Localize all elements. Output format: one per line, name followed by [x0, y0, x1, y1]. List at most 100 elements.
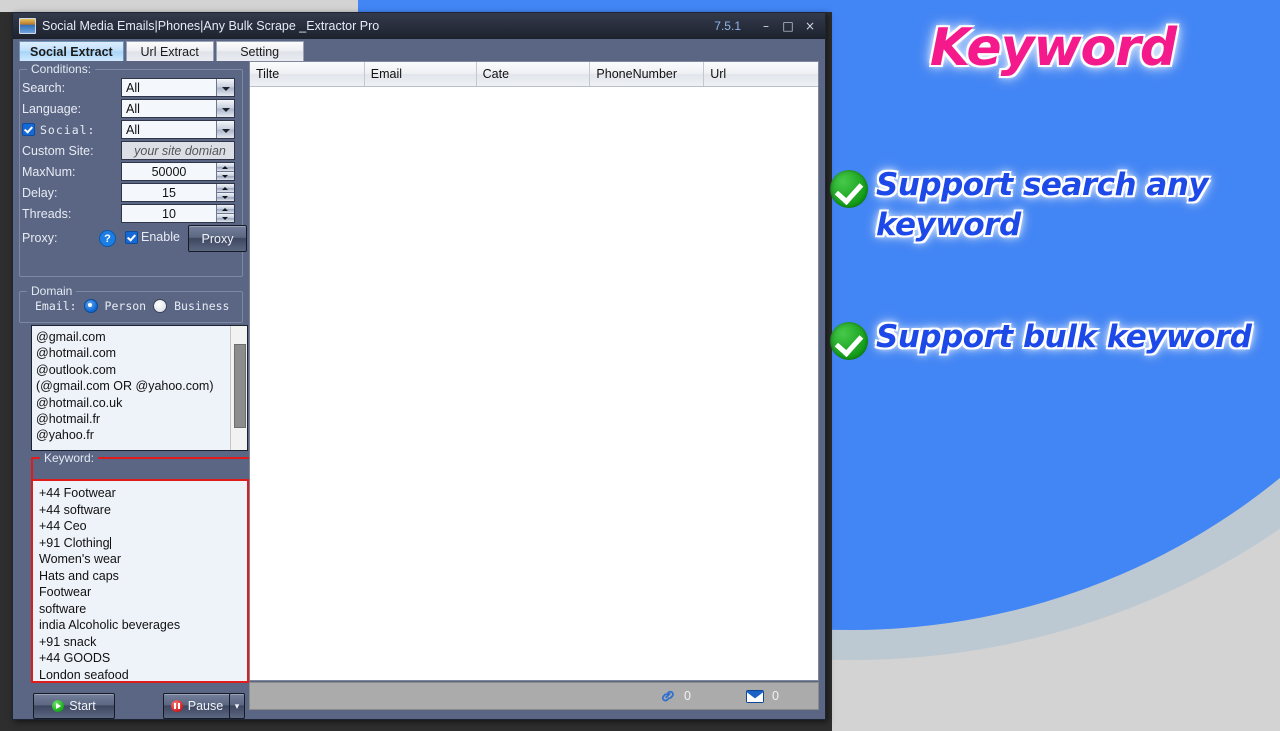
list-item[interactable]: +44 Footwear — [33, 485, 247, 502]
language-label: Language: — [22, 101, 82, 116]
list-item[interactable]: @hotmail.fr — [32, 411, 247, 427]
list-item[interactable]: india Alcoholic beverages — [33, 617, 247, 634]
green-check-icon — [830, 170, 868, 208]
column-header-cate[interactable]: Cate — [477, 62, 591, 86]
column-header-title[interactable]: Tilte — [250, 62, 365, 86]
search-select[interactable]: All — [121, 78, 235, 97]
custom-site-label: Custom Site: — [22, 143, 94, 158]
tab-strip: Social Extract Url Extract Setting — [13, 39, 825, 61]
left-options-panel: Conditions: Search: All Language: All So… — [13, 61, 253, 719]
pause-button[interactable]: Pause — [163, 693, 231, 719]
results-table[interactable]: Tilte Email Cate PhoneNumber Url — [249, 61, 819, 681]
list-item[interactable]: +44 software — [33, 502, 247, 519]
domain-listbox[interactable]: @gmail.com @hotmail.com @outlook.com (@g… — [31, 325, 248, 451]
social-select[interactable]: All — [121, 120, 235, 139]
spin-up-icon[interactable] — [217, 184, 234, 193]
list-item[interactable]: software — [33, 601, 247, 618]
list-item[interactable]: @hotmail.com — [32, 345, 247, 361]
keyword-group-title: Keyword: — [40, 451, 99, 465]
tab-setting[interactable]: Setting — [215, 41, 304, 61]
list-item[interactable]: @outlook.com — [32, 362, 247, 378]
list-item[interactable]: @gmail.com — [32, 329, 247, 345]
maxnum-label: MaxNum: — [22, 164, 76, 179]
app-monitor-icon — [19, 18, 36, 34]
proxy-row: Proxy: — [22, 228, 100, 247]
version-label: 7.5.1 — [714, 19, 741, 33]
domain-list-scrollbar[interactable] — [230, 326, 247, 450]
list-item[interactable]: +44 GOODS — [33, 650, 247, 667]
delay-label: Delay: — [22, 185, 58, 200]
custom-site-placeholder: your site domian — [134, 143, 226, 158]
threads-row: Threads: — [22, 204, 100, 223]
list-item[interactable]: @hotmail.co.uk — [32, 395, 247, 411]
column-header-email[interactable]: Email — [365, 62, 477, 86]
radio-person[interactable] — [83, 299, 98, 313]
search-row: Search: — [22, 78, 100, 97]
list-item[interactable]: +44 Ceo — [33, 518, 247, 535]
spin-up-icon[interactable] — [217, 205, 234, 214]
proxy-help-icon[interactable]: ? — [99, 230, 116, 247]
social-label: Social: — [40, 122, 96, 137]
promo-title: Keyword — [929, 18, 1177, 78]
spin-up-icon[interactable] — [217, 163, 234, 172]
close-button[interactable]: × — [799, 16, 821, 36]
list-item[interactable]: +91 snack — [33, 634, 247, 651]
list-item[interactable]: Footwear — [33, 584, 247, 601]
scrollbar-thumb[interactable] — [234, 344, 246, 428]
list-item-active[interactable]: +91 Clothing — [33, 535, 247, 552]
pause-dropdown-button[interactable]: ▾ — [229, 693, 245, 719]
list-item[interactable]: Hats and caps — [33, 568, 247, 585]
list-item[interactable]: (@gmail.com OR @yahoo.com) — [32, 378, 247, 394]
list-item[interactable]: Women's wear — [33, 551, 247, 568]
proxy-enable-checkbox[interactable] — [125, 231, 138, 244]
proxy-label: Proxy: — [22, 230, 58, 245]
column-header-url[interactable]: Url — [704, 62, 818, 86]
mail-count-value: 0 — [772, 689, 779, 703]
keyword-listbox[interactable]: +44 Footwear +44 software +44 Ceo +91 Cl… — [31, 479, 249, 683]
window-title: Social Media Emails|Phones|Any Bulk Scra… — [42, 19, 380, 33]
status-link-count: 0 — [660, 689, 691, 703]
search-label: Search: — [22, 80, 66, 95]
pause-icon — [170, 700, 183, 712]
column-header-phonenumber[interactable]: PhoneNumber — [590, 62, 705, 86]
spin-down-icon[interactable] — [217, 214, 234, 222]
threads-stepper[interactable]: 10 — [121, 204, 235, 223]
spin-down-icon[interactable] — [217, 193, 234, 201]
delay-stepper[interactable]: 15 — [121, 183, 235, 202]
radio-business[interactable] — [153, 299, 168, 313]
table-header-row: Tilte Email Cate PhoneNumber Url — [250, 62, 818, 87]
wallpaper-top-strip — [0, 0, 358, 12]
threads-spin-buttons[interactable] — [216, 205, 234, 222]
promo-overlay: Keyword Support search any keyword Suppo… — [826, 0, 1280, 731]
chevron-down-icon[interactable] — [216, 79, 234, 96]
text-cursor — [109, 536, 111, 549]
spin-down-icon[interactable] — [217, 172, 234, 180]
chevron-down-icon[interactable] — [216, 121, 234, 138]
list-item[interactable]: London seafood — [33, 667, 247, 681]
green-check-icon — [830, 322, 868, 360]
threads-value: 10 — [162, 206, 176, 221]
social-row: Social: — [22, 120, 118, 139]
tab-social-extract[interactable]: Social Extract — [19, 41, 124, 61]
tab-url-extract[interactable]: Url Extract — [125, 41, 214, 61]
minimize-button[interactable]: – — [755, 16, 777, 36]
promo-bullet-1: Support search any keyword — [830, 166, 1280, 245]
status-mail-count: 0 — [746, 689, 779, 703]
language-value: All — [126, 101, 140, 116]
maxnum-spin-buttons[interactable] — [216, 163, 234, 180]
results-panel: Tilte Email Cate PhoneNumber Url 0 0 — [249, 61, 819, 719]
social-checkbox[interactable] — [22, 123, 35, 136]
chevron-down-icon[interactable] — [216, 100, 234, 117]
language-select[interactable]: All — [121, 99, 235, 118]
proxy-button[interactable]: Proxy — [188, 225, 247, 252]
maximize-button[interactable]: □ — [777, 16, 799, 36]
domain-group-title: Domain — [27, 284, 77, 298]
delay-spin-buttons[interactable] — [216, 184, 234, 201]
title-bar[interactable]: Social Media Emails|Phones|Any Bulk Scra… — [13, 13, 825, 39]
maxnum-stepper[interactable]: 50000 — [121, 162, 235, 181]
proxy-enable-label: Enable — [141, 230, 180, 244]
start-button[interactable]: Start — [33, 693, 115, 719]
custom-site-input[interactable]: your site domian — [121, 141, 235, 160]
list-item[interactable]: @yahoo.fr — [32, 427, 247, 443]
pause-button-label: Pause — [187, 699, 224, 713]
